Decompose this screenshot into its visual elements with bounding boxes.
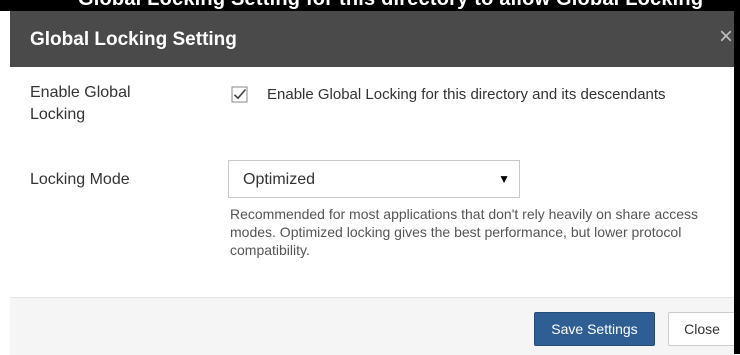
locking-mode-label: Locking Mode [30,171,130,188]
dialog-header: Global Locking Setting × [10,11,736,67]
enable-global-locking-description: Enable Global Locking for this directory… [267,86,666,103]
enable-global-locking-checkbox[interactable] [231,86,248,103]
locking-mode-help-text: Recommended for most applications that d… [230,206,699,258]
dialog-title: Global Locking Setting [30,29,237,50]
background-page-strip: Global Locking Setting for this director… [0,0,740,11]
close-icon[interactable]: × [716,25,736,49]
close-button[interactable]: Close [668,312,736,346]
enable-global-locking-label: Enable Global Locking [30,84,131,123]
background-title-fragment: Global Locking Setting for this director… [78,0,703,11]
locking-mode-select[interactable]: Optimized ▼ [228,160,520,198]
checkmark-icon [231,86,248,103]
dialog-footer: Save Settings Close [10,297,736,355]
save-settings-button[interactable]: Save Settings [534,312,655,346]
dropdown-arrow-icon: ▼ [498,172,510,186]
locking-mode-selected-value: Optimized [243,171,316,188]
global-locking-dialog: Global Locking Setting × Enable Global L… [10,11,740,355]
right-edge-bar [734,11,740,354]
